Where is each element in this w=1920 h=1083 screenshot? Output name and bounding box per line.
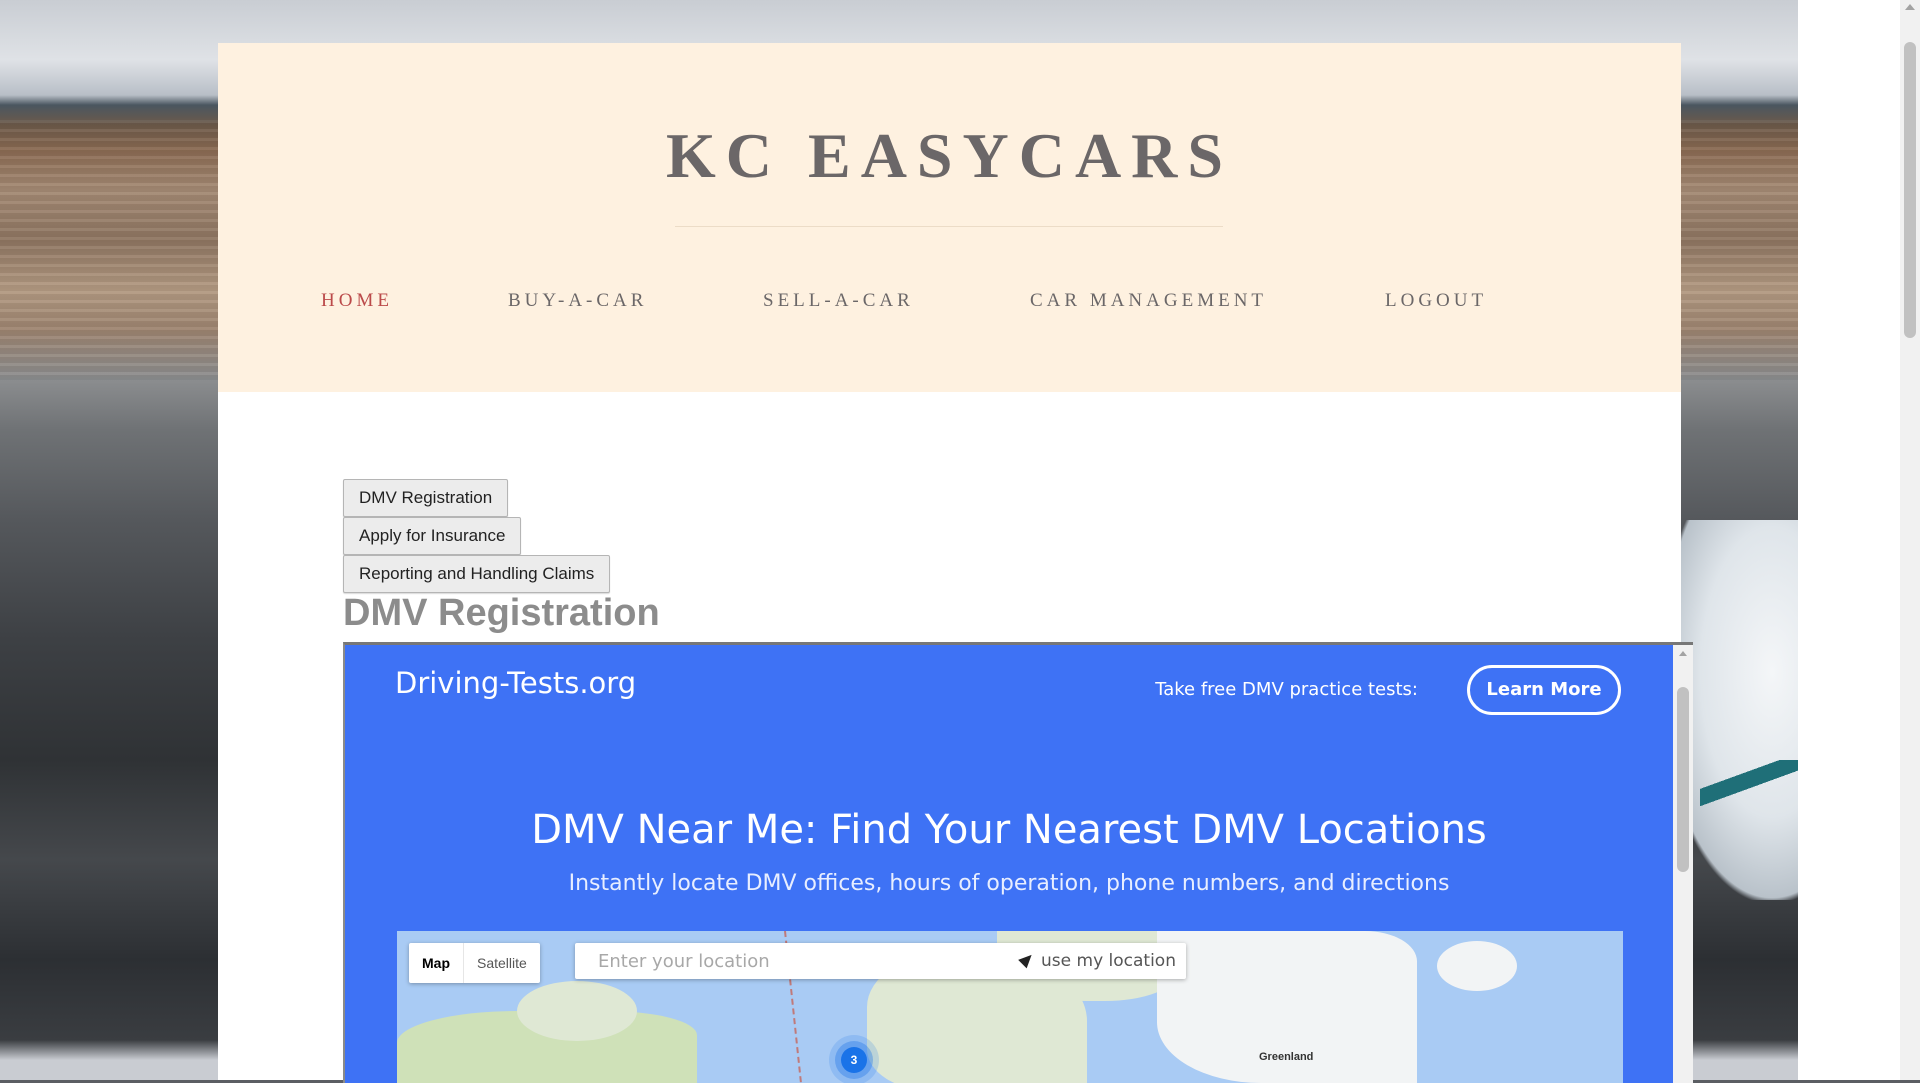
embed-scroll-up-icon[interactable] — [1679, 651, 1687, 656]
nav-buy-a-car[interactable]: BUY-A-CAR — [508, 290, 647, 312]
embed-scroll-thumb[interactable] — [1677, 687, 1689, 872]
use-my-location-button[interactable]: use my location — [1018, 943, 1176, 979]
dmv-map[interactable]: Map Satellite use my location Greenland … — [397, 931, 1623, 1083]
map-label-greenland: Greenland — [1259, 1051, 1314, 1063]
dmv-embed-frame: Driving-Tests.org Take free DMV practice… — [343, 642, 1693, 1083]
claims-button[interactable]: Reporting and Handling Claims — [343, 555, 611, 593]
map-ice — [1437, 941, 1517, 991]
embed-brand[interactable]: Driving-Tests.org — [395, 666, 636, 700]
map-land — [517, 981, 637, 1041]
nav-home[interactable]: HOME — [321, 290, 393, 312]
section-title: DMV Registration — [343, 592, 660, 634]
map-type-satellite[interactable]: Satellite — [464, 943, 540, 983]
nav-car-management[interactable]: CAR MANAGEMENT — [1030, 290, 1267, 312]
embed-scrollbar[interactable] — [1673, 645, 1693, 1083]
right-gutter — [1798, 0, 1900, 1080]
nav-sell-a-car[interactable]: SELL-A-CAR — [763, 290, 914, 312]
site-title: KC EASYCARS — [666, 120, 1233, 191]
use-my-location-label: use my location — [1041, 951, 1176, 971]
apply-insurance-button[interactable]: Apply for Insurance — [343, 517, 522, 555]
background-car-stripe — [1700, 760, 1800, 820]
hero-subtitle: Instantly locate DMV offices, hours of o… — [568, 871, 1450, 896]
scroll-thumb[interactable] — [1904, 42, 1916, 338]
location-search: use my location — [575, 943, 1186, 979]
location-input[interactable] — [575, 943, 1061, 979]
page-container: KC EASYCARS HOME BUY-A-CAR SELL-A-CAR CA… — [218, 43, 1693, 1083]
map-cluster-marker[interactable]: 3 — [841, 1047, 867, 1073]
map-type-control: Map Satellite — [409, 943, 540, 983]
site-header: KC EASYCARS HOME BUY-A-CAR SELL-A-CAR CA… — [218, 43, 1681, 392]
map-type-map[interactable]: Map — [409, 943, 464, 983]
learn-more-button[interactable]: Learn More — [1467, 665, 1621, 715]
scroll-up-arrow-icon[interactable] — [1905, 4, 1915, 10]
navigation-arrow-icon — [1018, 950, 1036, 968]
dmv-registration-button[interactable]: DMV Registration — [343, 479, 509, 517]
hero-title: DMV Near Me: Find Your Nearest DMV Locat… — [531, 807, 1487, 853]
nav-logout[interactable]: LOGOUT — [1385, 290, 1487, 312]
main-nav: HOME BUY-A-CAR SELL-A-CAR CAR MANAGEMENT… — [218, 290, 1681, 330]
promo-text: Take free DMV practice tests: — [1155, 679, 1418, 700]
title-divider — [675, 226, 1223, 227]
page-scrollbar[interactable] — [1900, 0, 1920, 1080]
